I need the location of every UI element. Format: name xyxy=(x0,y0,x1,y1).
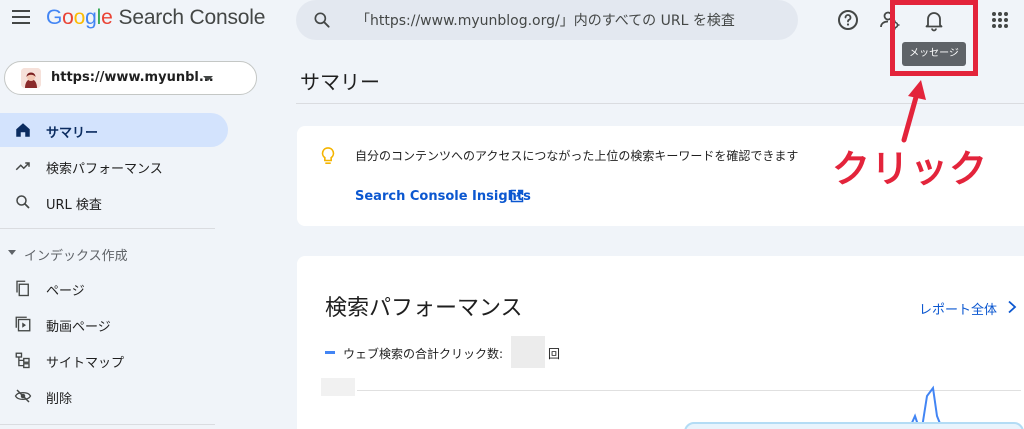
sidebar-item-summary[interactable]: サマリー xyxy=(0,113,228,147)
top-bar: Google Search Console 「https://www.myunbl… xyxy=(0,0,1024,40)
sidebar-item-video-pages[interactable]: 動画ページ xyxy=(0,307,228,341)
highlight-box xyxy=(890,0,978,76)
sidebar-item-label: URL 検査 xyxy=(46,198,102,213)
removals-icon xyxy=(14,389,32,403)
redacted-value xyxy=(511,336,545,368)
url-inspect-search-bar[interactable]: 「https://www.myunblog.org/」内のすべての URL を検… xyxy=(296,0,798,40)
redacted-axis-tick xyxy=(321,378,355,396)
floating-panel xyxy=(684,422,1024,429)
search-icon xyxy=(16,195,30,209)
sidebar-divider xyxy=(0,424,215,425)
clicks-unit: 回 xyxy=(548,347,561,361)
chevron-right-icon[interactable] xyxy=(1007,300,1017,314)
sidebar-item-label: ページ xyxy=(46,284,85,299)
home-icon xyxy=(16,123,30,137)
page-title: サマリー xyxy=(300,70,380,94)
open-in-new-icon[interactable] xyxy=(510,189,524,203)
property-url: https://www.myunbl... xyxy=(51,70,214,85)
sitemap-icon xyxy=(15,352,30,369)
performance-card: 検索パフォーマンス レポート全体 ウェブ検索の合計クリック数: 回 xyxy=(297,256,1024,429)
performance-card-title: 検索パフォーマンス xyxy=(325,296,523,321)
collapse-triangle-icon xyxy=(8,250,16,255)
total-clicks-label: ウェブ検索の合計クリック数: xyxy=(343,347,504,361)
insights-description: 自分のコンテンツへのアクセスにつながった上位の検索キーワードを確認できます xyxy=(355,149,799,163)
legend-swatch xyxy=(325,351,335,354)
google-apps-icon[interactable] xyxy=(988,8,1012,32)
google-search-console-logo[interactable]: Google Search Console xyxy=(46,6,265,30)
sidebar-divider xyxy=(0,228,215,229)
video-pages-icon xyxy=(15,316,31,332)
sidebar-item-label: 検索パフォーマンス xyxy=(46,162,163,177)
annotation-arrow xyxy=(901,80,926,143)
sidebar-item-label: 動画ページ xyxy=(46,320,111,335)
sidebar-item-removals[interactable]: 削除 xyxy=(0,379,228,413)
property-avatar xyxy=(21,68,41,88)
sidebar-item-label: サイトマップ xyxy=(46,356,125,371)
pages-icon xyxy=(16,280,29,297)
click-annotation: クリック xyxy=(832,147,989,191)
search-placeholder: 「https://www.myunblog.org/」内のすべての URL を検… xyxy=(356,13,735,29)
search-console-insights-link[interactable]: Search Console Insights xyxy=(355,189,531,204)
main-menu-icon[interactable] xyxy=(12,10,30,26)
help-icon[interactable] xyxy=(836,8,860,32)
sidebar-item-pages[interactable]: ページ xyxy=(0,271,228,305)
sidebar-item-sitemaps[interactable]: サイトマップ xyxy=(0,343,228,377)
sidebar-item-url-inspection[interactable]: URL 検査 xyxy=(0,185,228,219)
sidebar-item-performance[interactable]: 検索パフォーマンス xyxy=(0,149,228,183)
search-icon xyxy=(314,12,330,28)
trending-up-icon xyxy=(15,162,30,171)
sidebar-item-label: 削除 xyxy=(46,392,73,407)
chevron-down-icon xyxy=(203,76,213,81)
property-selector[interactable]: https://www.myunbl... xyxy=(4,61,257,95)
indexing-section-toggle[interactable]: インデックス作成 xyxy=(0,241,228,265)
section-label: インデックス作成 xyxy=(24,249,128,264)
sidebar-item-label: サマリー xyxy=(46,126,99,141)
lightbulb-icon xyxy=(321,147,335,165)
full-report-link[interactable]: レポート全体 xyxy=(919,299,997,318)
product-name: Search Console xyxy=(118,6,266,29)
